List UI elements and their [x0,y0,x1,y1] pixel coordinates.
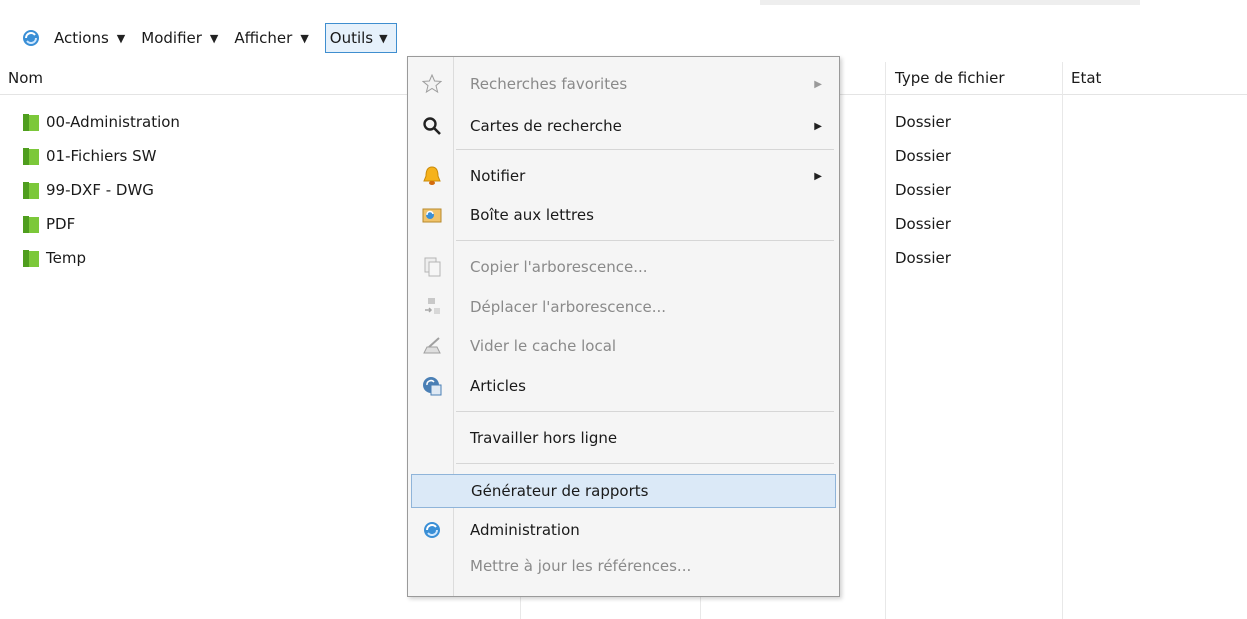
caret-down-icon: ▼ [300,31,309,45]
caret-down-icon: ▼ [116,31,126,45]
menu-item-cartes-de-recherche[interactable]: Cartes de recherche ▶ [411,109,836,143]
menu-item-generateur-de-rapports[interactable]: Générateur de rapports [411,474,836,508]
menu-item-articles[interactable]: Articles [411,369,836,403]
file-type: Dossier [895,147,951,165]
column-divider[interactable] [885,62,886,619]
copy-icon [424,257,441,277]
column-divider[interactable] [1062,62,1063,619]
caret-down-icon: ▼ [209,31,219,45]
menu-item-administration[interactable]: Administration [411,513,836,547]
menu-item-travailler-hors-ligne[interactable]: Travailler hors ligne [411,421,836,455]
menu-actions[interactable]: Actions ▼ [54,23,137,53]
menu-separator [456,463,834,464]
file-name: 00-Administration [46,113,180,131]
search-icon [423,117,441,135]
menu-item-label: Articles [470,377,526,395]
folder-icon [23,148,39,165]
folder-icon [23,250,39,267]
menu-item-label: Travailler hors ligne [470,429,618,447]
clear-cache-icon [423,337,441,354]
menu-afficher[interactable]: Afficher ▼ [234,23,320,53]
bell-icon [423,166,441,185]
admin-icon [424,522,440,538]
menu-item-label: Générateur de rapports [471,482,649,500]
mailbox-icon [422,208,442,223]
column-type-label: Type de fichier [895,69,1005,87]
menu-outils[interactable]: Outils ▼ [324,23,397,53]
menu-afficher-label: Afficher [234,29,293,47]
articles-icon [423,377,442,396]
menu-item-label: Recherches favorites [470,75,628,93]
outils-dropdown-menu: Recherches favorites ▶ Cartes de recherc… [407,56,840,597]
menu-item-label: Vider le cache local [470,337,617,355]
file-type: Dossier [895,249,951,267]
column-header-etat[interactable]: Etat [1063,62,1247,94]
menu-item-boite-aux-lettres[interactable]: Boîte aux lettres [411,198,836,232]
menu-item-deplacer-arborescence[interactable]: Déplacer l'arborescence... [411,290,836,324]
menu-separator [456,240,834,241]
submenu-arrow-icon: ▶ [814,170,822,182]
vault-app-icon[interactable] [22,29,40,47]
menu-item-label: Boîte aux lettres [470,206,594,224]
menu-separator [456,411,834,412]
menu-item-vider-cache-local[interactable]: Vider le cache local [411,329,836,363]
menu-modifier-label: Modifier [141,29,202,47]
submenu-arrow-icon: ▶ [814,78,822,90]
menu-item-label: Déplacer l'arborescence... [470,298,667,316]
file-type: Dossier [895,215,951,233]
file-type: Dossier [895,181,951,199]
menu-actions-label: Actions [54,29,109,47]
header-decoration [760,0,1140,5]
menu-item-label: Notifier [470,167,526,185]
menu-modifier[interactable]: Modifier ▼ [141,23,230,53]
file-type: Dossier [895,113,951,131]
menu-item-mettre-a-jour-references[interactable]: Mettre à jour les références... [411,549,836,583]
menu-item-label: Copier l'arborescence... [470,258,648,276]
menu-item-notifier[interactable]: Notifier ▶ [411,159,836,193]
folder-icon [23,114,39,131]
column-nom-label: Nom [8,69,44,87]
star-icon [422,74,442,94]
file-name: 99-DXF - DWG [46,181,154,199]
folder-icon [23,216,39,233]
file-name: Temp [46,249,86,267]
file-name: 01-Fichiers SW [46,147,157,165]
menu-separator [456,149,834,150]
menu-toolbar: Actions ▼ Modifier ▼ Afficher ▼ Outils ▼ [22,22,401,54]
menu-item-label: Cartes de recherche [470,117,622,135]
caret-down-icon: ▼ [379,31,388,45]
menu-outils-label: Outils [329,29,374,47]
submenu-arrow-icon: ▶ [814,120,822,132]
menu-item-label: Mettre à jour les références... [470,557,692,575]
file-name: PDF [46,215,76,233]
column-etat-label: Etat [1071,69,1102,87]
menu-item-copier-arborescence[interactable]: Copier l'arborescence... [411,250,836,284]
column-header-type[interactable]: Type de fichier [887,62,1063,94]
menu-item-label: Administration [470,521,580,539]
move-icon [425,298,440,314]
folder-icon [23,182,39,199]
menu-item-recherches-favorites[interactable]: Recherches favorites ▶ [411,67,836,101]
